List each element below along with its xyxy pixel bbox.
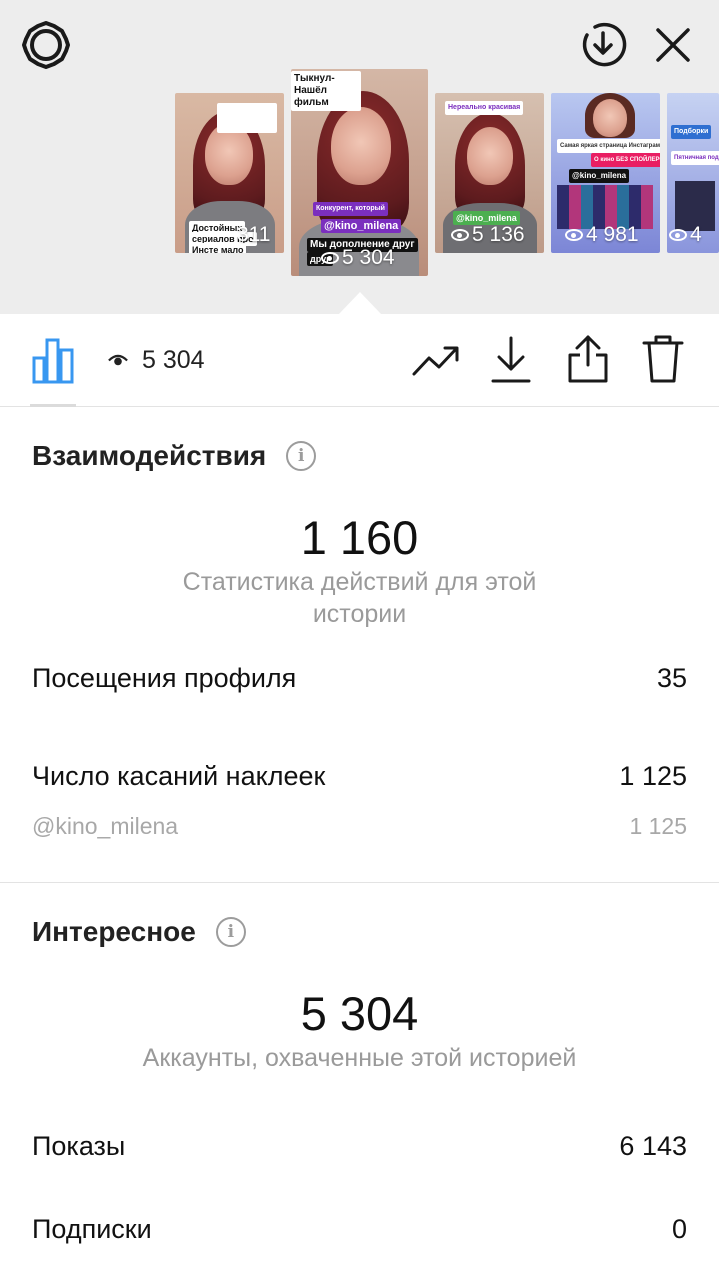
discovery-section-title: Интересное i	[32, 916, 246, 948]
tab-indicator	[30, 404, 76, 407]
row-value: 1 125	[619, 761, 687, 791]
trash-icon	[642, 335, 684, 383]
discovery-total: 5 304	[300, 987, 419, 1040]
story-view-count: 5 136	[451, 223, 525, 247]
story-caption: Тыкнул- Нашёл фильм	[291, 71, 361, 111]
row-label: Показы	[32, 1131, 126, 1161]
interactions-total-label: Статистика действий для этой истории	[182, 568, 537, 628]
story-tag: @kino_milena	[321, 219, 402, 233]
story-tag: Самая яркая страница Инстаграма	[557, 139, 660, 153]
share-button[interactable]	[563, 332, 613, 386]
story-tag: О кино БЕЗ СПОЙЛЕРОВ!	[591, 153, 660, 167]
section-divider	[0, 882, 719, 883]
impressions-row: Показы 6 143	[32, 1131, 687, 1162]
gear-icon	[22, 21, 70, 69]
section-heading: Взаимодействия	[32, 440, 267, 471]
download-circle-icon	[582, 22, 627, 67]
eye-icon	[565, 229, 583, 241]
delete-button[interactable]	[638, 332, 688, 386]
section-heading: Интересное	[32, 916, 196, 947]
story-tag: Пятничная подборка на вечер	[671, 151, 719, 165]
eye-icon	[108, 354, 128, 366]
story-view-count: 311	[237, 223, 271, 246]
story-tag: @kino_milena	[569, 169, 630, 183]
share-icon	[568, 335, 608, 383]
story-thumbnail[interactable]: Достойных сериалов про Инсте мало 311	[175, 93, 284, 253]
bar-chart-icon	[32, 338, 74, 384]
eye-icon	[321, 252, 339, 264]
discovery-total-label: Аккаунты, охваченные этой историей	[142, 1044, 577, 1072]
row-label: Число касаний наклеек	[32, 761, 326, 791]
save-button[interactable]	[486, 334, 536, 386]
story-thumbnail[interactable]: Самая яркая страница Инстаграма О кино Б…	[551, 93, 660, 253]
eye-icon	[451, 229, 469, 241]
row-value: 1 125	[629, 813, 687, 839]
download-icon	[491, 336, 531, 383]
eye-icon	[669, 229, 687, 241]
info-icon[interactable]: i	[286, 441, 317, 471]
trend-icon	[412, 346, 459, 376]
info-icon[interactable]: i	[215, 917, 246, 947]
insights-toolbar: 5 304	[0, 314, 719, 407]
story-view-count: 4	[669, 223, 702, 247]
insights-tab[interactable]	[28, 334, 78, 386]
selected-pointer	[338, 292, 382, 315]
story-tag: Подборки	[671, 125, 712, 139]
sticker-taps-row: Число касаний наклеек 1 125	[32, 761, 687, 792]
settings-button[interactable]	[18, 17, 74, 73]
views-summary: 5 304	[108, 346, 205, 375]
story-view-count: 4 981	[565, 223, 639, 247]
row-value: 0	[671, 1214, 687, 1244]
download-story-button[interactable]	[575, 17, 631, 73]
story-thumbnail[interactable]: Подборки Пятничная подборка на вечер 4	[667, 93, 719, 253]
row-label: Подписки	[32, 1214, 152, 1244]
interactions-total: 1 160	[300, 511, 419, 564]
row-label: @kino_milena	[32, 813, 179, 839]
story-tag: Конкурент, который	[313, 202, 388, 216]
profile-visits-row: Посещения профиля 35	[32, 663, 687, 694]
row-value: 35	[656, 663, 687, 693]
story-thumbnail[interactable]: Нереально красивая @kino_milena 5 136	[435, 93, 544, 253]
views-count: 5 304	[142, 346, 205, 374]
mention-sticker-row: @kino_milena 1 125	[32, 813, 687, 840]
interactions-section-title: Взаимодействия i	[32, 440, 317, 472]
close-button[interactable]	[645, 17, 701, 73]
promote-button[interactable]	[410, 336, 462, 384]
row-label: Посещения профиля	[32, 663, 297, 693]
story-view-count: 5 304	[321, 246, 395, 270]
story-thumbnail-selected[interactable]: Тыкнул- Нашёл фильм Конкурент, который @…	[291, 69, 428, 276]
story-tag: Нереально красивая	[445, 101, 524, 115]
stories-strip: Достойных сериалов про Инсте мало 311 Ты…	[0, 0, 719, 315]
close-icon	[656, 28, 690, 62]
follows-row: Подписки 0	[32, 1214, 687, 1245]
row-value: 6 143	[619, 1131, 687, 1161]
